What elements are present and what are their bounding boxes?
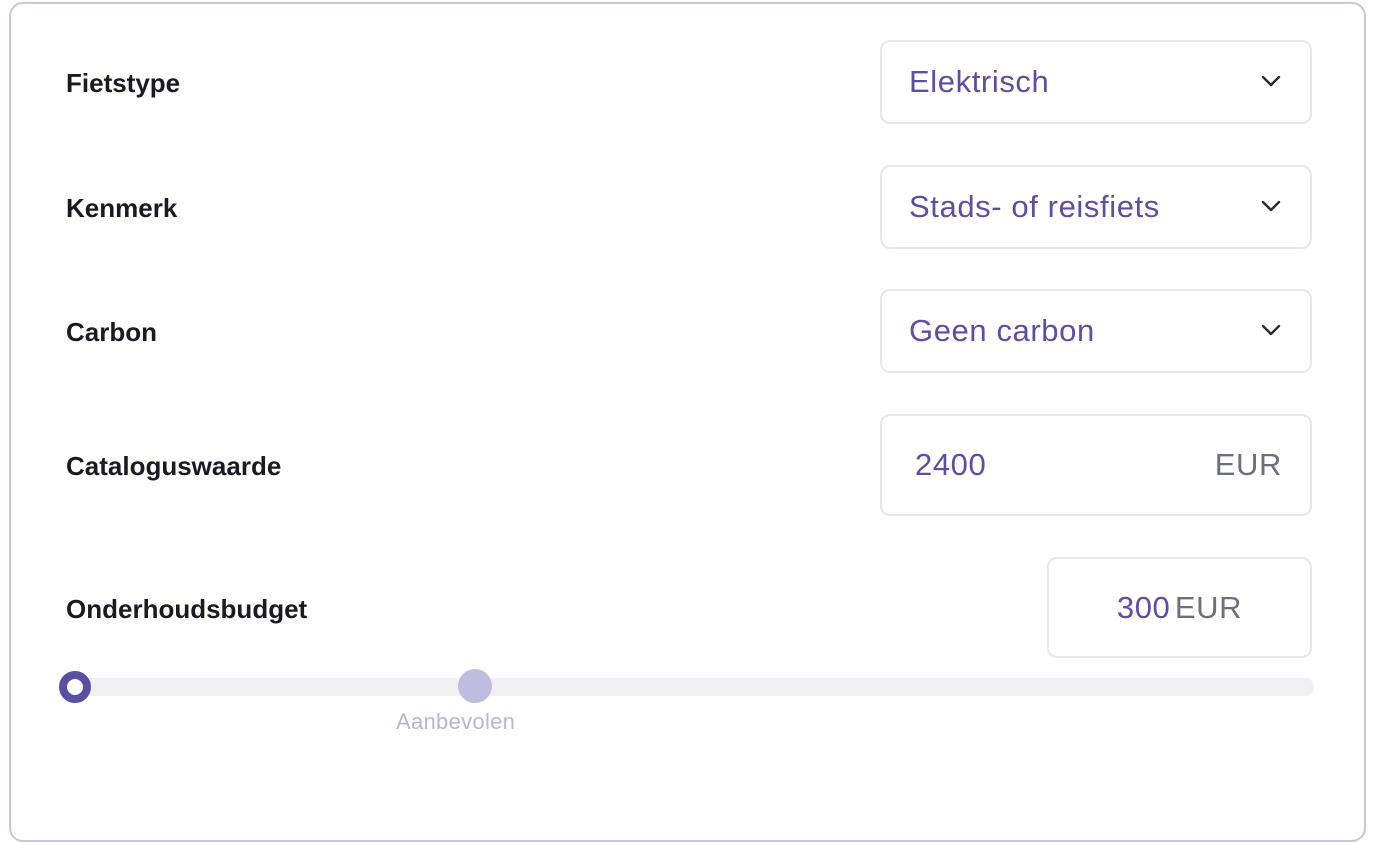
bike-type-value: Elektrisch <box>909 64 1050 99</box>
maintenance-budget-unit: EUR <box>1174 590 1243 625</box>
catalog-value-number: 2400 <box>915 447 987 482</box>
maintenance-budget-input[interactable]: 300 EUR <box>1047 557 1312 658</box>
recommended-label: Aanbevolen <box>396 709 516 734</box>
bike-type-select[interactable]: Elektrisch <box>880 40 1312 124</box>
catalog-value-unit: EUR <box>1214 447 1282 482</box>
feature-label: Kenmerk <box>66 193 178 223</box>
catalog-value-label: Cataloguswaarde <box>66 451 282 481</box>
feature-select[interactable]: Stads- of reisfiets <box>880 165 1312 249</box>
maintenance-budget-slider-thumb[interactable] <box>59 671 91 703</box>
bike-type-label: Fietstype <box>66 68 181 98</box>
maintenance-budget-label: Onderhoudsbudget <box>66 594 308 624</box>
maintenance-budget-number: 300 <box>1116 590 1171 625</box>
feature-value: Stads- of reisfiets <box>909 189 1160 224</box>
chevron-down-icon <box>1261 75 1281 87</box>
carbon-label: Carbon <box>66 317 157 347</box>
catalog-value-input[interactable]: 2400 EUR <box>880 414 1312 516</box>
chevron-down-icon <box>1261 324 1281 336</box>
recommended-marker <box>458 669 492 703</box>
maintenance-budget-slider-track[interactable] <box>70 678 1314 696</box>
carbon-select[interactable]: Geen carbon <box>880 289 1312 373</box>
carbon-value: Geen carbon <box>909 313 1095 348</box>
chevron-down-icon <box>1261 200 1281 212</box>
